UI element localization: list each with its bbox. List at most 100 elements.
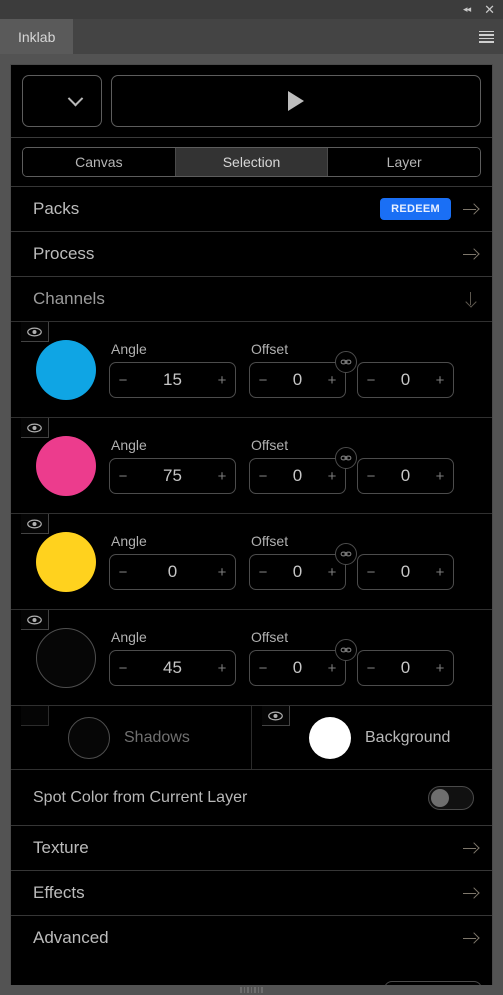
angle-decrement-button[interactable]: − (110, 564, 136, 581)
offset-x-increment-button[interactable]: + (319, 372, 345, 389)
offset-x-increment-button[interactable]: + (319, 468, 345, 485)
offset-y-value[interactable]: 0 (384, 562, 427, 582)
yellow-offset-y-stepper[interactable]: −0 + (357, 554, 454, 590)
preset-dropdown[interactable] (22, 75, 102, 127)
magenta-color-swatch[interactable] (36, 435, 96, 496)
cyan-offset-y-stepper[interactable]: −0 + (357, 362, 454, 398)
angle-increment-button[interactable]: + (209, 468, 235, 485)
shadows-visibility-toggle[interactable] (21, 706, 49, 726)
section-texture[interactable]: Texture (11, 825, 492, 870)
angle-value[interactable]: 15 (136, 370, 209, 390)
offset-y-increment-button[interactable]: + (427, 468, 453, 485)
black-offset-link-button[interactable] (335, 639, 357, 661)
offset-y-value[interactable]: 0 (384, 466, 427, 486)
channel-background[interactable]: Background (252, 706, 492, 769)
angle-label: Angle (111, 533, 147, 549)
tab-layer[interactable]: Layer (328, 148, 480, 176)
offset-y-decrement-button[interactable]: − (358, 660, 384, 677)
top-controls (11, 65, 492, 137)
offset-y-value[interactable]: 0 (384, 658, 427, 678)
offset-x-value[interactable]: 0 (276, 370, 319, 390)
hamburger-menu-icon[interactable] (469, 19, 503, 54)
yellow-visibility-toggle[interactable] (21, 514, 49, 534)
section-advanced[interactable]: Advanced (11, 915, 492, 960)
background-label: Background (365, 728, 451, 746)
section-effects[interactable]: Effects (11, 870, 492, 915)
grip-line (261, 987, 263, 993)
magenta-visibility-toggle[interactable] (21, 418, 49, 438)
angle-decrement-button[interactable]: − (110, 372, 136, 389)
offset-x-increment-button[interactable]: + (319, 564, 345, 581)
offset-y-increment-button[interactable]: + (427, 372, 453, 389)
eye-visible-icon (27, 615, 42, 624)
black-offset-x-stepper[interactable]: −0 + (249, 650, 346, 686)
magenta-offset-y-stepper[interactable]: −0 + (357, 458, 454, 494)
yellow-angle-group: Angle −0 + (109, 533, 236, 590)
redeem-button[interactable]: REDEEM (380, 198, 451, 220)
offset-x-decrement-button[interactable]: − (250, 468, 276, 485)
black-fields: Angle −45 + Offset −0 + −0 + (109, 629, 454, 686)
run-button[interactable] (111, 75, 481, 127)
background-color-swatch[interactable] (309, 716, 351, 759)
grip-line (257, 987, 260, 993)
offset-y-decrement-button[interactable]: − (358, 468, 384, 485)
link-chain-icon (340, 551, 352, 557)
offset-y-decrement-button[interactable]: − (358, 372, 384, 389)
magenta-offset-link-button[interactable] (335, 447, 357, 469)
angle-value[interactable]: 45 (136, 658, 209, 678)
angle-label: Angle (111, 437, 147, 453)
section-channels[interactable]: Channels (11, 276, 492, 321)
yellow-color-swatch[interactable] (36, 531, 96, 592)
angle-decrement-button[interactable]: − (110, 660, 136, 677)
play-icon (288, 91, 304, 111)
offset-x-value[interactable]: 0 (276, 658, 319, 678)
black-visibility-toggle[interactable] (21, 610, 49, 630)
cyan-color-swatch[interactable] (36, 339, 96, 400)
cyan-visibility-toggle[interactable] (21, 322, 49, 342)
background-visibility-toggle[interactable] (262, 706, 290, 726)
yellow-offset-x-stepper[interactable]: −0 + (249, 554, 346, 590)
close-icon[interactable]: ✕ (484, 3, 495, 16)
yellow-angle-stepper[interactable]: −0 + (109, 554, 236, 590)
cyan-offset-link-button[interactable] (335, 351, 357, 373)
eye-visible-icon (268, 711, 283, 720)
offset-y-increment-button[interactable]: + (427, 564, 453, 581)
yellow-offset-link-button[interactable] (335, 543, 357, 565)
scope-tabs: Canvas Selection Layer (22, 147, 481, 177)
angle-value[interactable]: 0 (136, 562, 209, 582)
black-angle-stepper[interactable]: −45 + (109, 650, 236, 686)
section-process[interactable]: Process (11, 231, 492, 276)
magenta-offset-x-stepper[interactable]: −0 + (249, 458, 346, 494)
angle-increment-button[interactable]: + (209, 372, 235, 389)
offset-y-value[interactable]: 0 (384, 370, 427, 390)
shadows-color-swatch[interactable] (68, 716, 110, 759)
angle-increment-button[interactable]: + (209, 660, 235, 677)
offset-x-decrement-button[interactable]: − (250, 372, 276, 389)
chevron-down-icon (67, 90, 83, 106)
section-process-title: Process (33, 244, 95, 263)
offset-x-decrement-button[interactable]: − (250, 660, 276, 677)
angle-increment-button[interactable]: + (209, 564, 235, 581)
window-resize-grip[interactable] (0, 985, 503, 995)
offset-y-increment-button[interactable]: + (427, 660, 453, 677)
magenta-angle-stepper[interactable]: −75 + (109, 458, 236, 494)
section-packs[interactable]: Packs REDEEM (11, 186, 492, 231)
cyan-offset-x-stepper[interactable]: −0 + (249, 362, 346, 398)
cyan-angle-stepper[interactable]: −15 + (109, 362, 236, 398)
cyan-fields: Angle −15 + Offset −0 + −0 + (109, 341, 454, 398)
offset-y-decrement-button[interactable]: − (358, 564, 384, 581)
angle-value[interactable]: 75 (136, 466, 209, 486)
offset-x-decrement-button[interactable]: − (250, 564, 276, 581)
offset-x-value[interactable]: 0 (276, 466, 319, 486)
spot-color-toggle[interactable] (428, 785, 474, 810)
offset-x-increment-button[interactable]: + (319, 660, 345, 677)
black-color-swatch[interactable] (36, 627, 96, 688)
black-offset-y-stepper[interactable]: −0 + (357, 650, 454, 686)
collapse-panel-icon[interactable]: ◂◂ (463, 4, 471, 15)
tab-canvas[interactable]: Canvas (23, 148, 176, 176)
offset-x-value[interactable]: 0 (276, 562, 319, 582)
channel-shadows[interactable]: Shadows (11, 706, 252, 769)
app-tab-inklab[interactable]: Inklab (0, 19, 74, 54)
tab-selection[interactable]: Selection (175, 148, 329, 176)
angle-decrement-button[interactable]: − (110, 468, 136, 485)
